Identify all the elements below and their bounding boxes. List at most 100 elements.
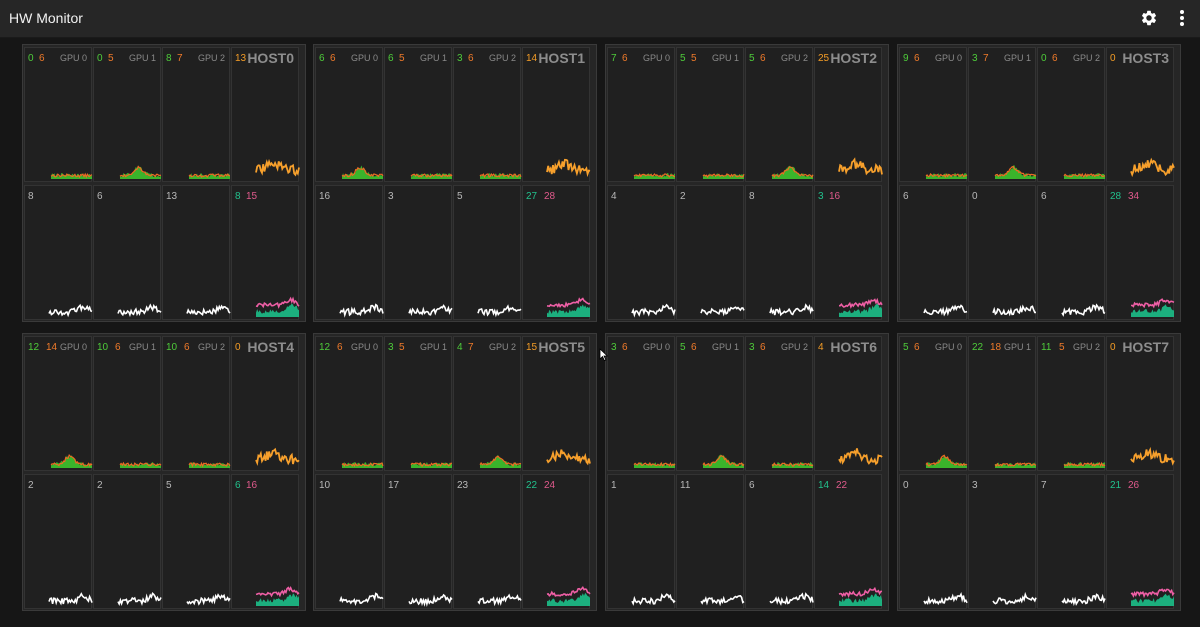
gpu-util-value: 12: [28, 342, 40, 353]
cpu-cell: 13 HOST0: [231, 47, 300, 182]
gpu-util-value: 0: [28, 53, 34, 64]
gpu-mem-value: 6: [468, 53, 474, 64]
gpu-util-value: 12: [319, 342, 331, 353]
system-value: 6: [903, 191, 909, 202]
system-value: 6: [1041, 191, 1047, 202]
gpu-cell: 0 6 GPU 0: [24, 47, 93, 182]
cpu-trace: [838, 448, 883, 466]
system-cell: 6: [745, 474, 814, 609]
gpu-util-trace: [926, 454, 967, 468]
system-trace: [186, 304, 231, 316]
cpu-cell: 0 HOST4: [231, 336, 300, 471]
net-out-value: 34: [1128, 191, 1140, 202]
system-cell: 3: [968, 474, 1037, 609]
system-value: 5: [457, 191, 463, 202]
system-cell: 6: [1037, 185, 1106, 320]
system-value: 3: [972, 480, 978, 491]
gpu-cell: 6 5 GPU 1: [384, 47, 453, 182]
system-cell: 4: [607, 185, 676, 320]
app-title: HW Monitor: [9, 10, 83, 26]
gpu-cell: 3 6 GPU 2: [745, 336, 814, 471]
system-trace: [117, 303, 162, 318]
cpu-value: 13: [235, 53, 247, 64]
gpu-mem-value: 5: [108, 53, 114, 64]
gpu-label: GPU 1: [419, 53, 447, 63]
more-vert-icon[interactable]: [1177, 9, 1187, 27]
network-cell: 21 26: [1106, 474, 1175, 609]
gpu-cell: 0 6 GPU 2: [1037, 47, 1106, 182]
host-name: HOST0: [247, 50, 294, 66]
system-trace: [477, 304, 522, 318]
cpu-trace: [255, 447, 300, 466]
gpu-label: GPU 1: [128, 342, 156, 352]
gear-icon[interactable]: [1140, 9, 1158, 27]
gpu-util-value: 22: [972, 342, 984, 353]
gpu-cell: 3 6 GPU 2: [453, 47, 522, 182]
gpu-util-value: 4: [457, 342, 463, 353]
gpu-cell: 11 5 GPU 2: [1037, 336, 1106, 471]
gpu-mem-value: 6: [622, 53, 628, 64]
net-out-value: 24: [544, 480, 556, 491]
host-name: HOST1: [538, 50, 585, 66]
gpu-util-value: 3: [972, 53, 978, 64]
system-cell: 0: [968, 185, 1036, 320]
gpu-label: GPU 1: [1003, 342, 1031, 352]
cpu-value: 14: [526, 53, 538, 64]
system-value: 23: [457, 480, 469, 491]
gpu-util-value: 6: [388, 53, 394, 64]
system-cell: 5: [453, 185, 522, 320]
gpu-util-value: 3: [611, 342, 617, 353]
host-name: HOST2: [830, 50, 877, 66]
system-trace: [923, 591, 968, 606]
system-cell: 7: [1037, 474, 1106, 609]
system-value: 13: [166, 191, 178, 202]
gpu-label: GPU 0: [934, 342, 962, 352]
gpu-cell: 10 6 GPU 2: [162, 336, 231, 471]
system-trace: [700, 306, 745, 317]
cpu-trace: [546, 449, 591, 466]
system-trace: [117, 591, 162, 607]
gpu-label: GPU 2: [1072, 53, 1100, 63]
gpu-label: GPU 0: [350, 342, 378, 352]
gpu-mem-value: 6: [760, 53, 766, 64]
system-cell: 2: [24, 474, 93, 609]
system-cell: 23: [453, 474, 522, 609]
network-cell: 6 16: [231, 474, 300, 609]
system-value: 16: [319, 191, 331, 202]
system-value: 4: [611, 191, 617, 202]
gpu-label: GPU 2: [780, 53, 808, 63]
gpu-label: GPU 1: [419, 342, 447, 352]
system-value: 2: [680, 191, 686, 202]
cpu-cell: 0 HOST7: [1106, 336, 1175, 471]
system-trace: [339, 303, 384, 318]
gpu-cell: 10 6 GPU 1: [93, 336, 162, 471]
gpu-mem-value: 5: [399, 53, 405, 64]
cpu-cell: 14 HOST1: [522, 47, 591, 182]
gpu-cell: 3 5 GPU 1: [384, 336, 453, 471]
system-cell: 1: [607, 474, 676, 609]
net-in-value: 8: [235, 191, 241, 202]
system-trace: [992, 304, 1036, 317]
gpu-util-value: 10: [166, 342, 178, 353]
net-out-value: 26: [1128, 480, 1140, 491]
system-value: 0: [972, 191, 978, 202]
network-cell: 3 16: [814, 185, 883, 320]
gpu-util-value: 5: [680, 342, 686, 353]
gpu-label: GPU 1: [1003, 53, 1031, 63]
gpu-util-value: 3: [457, 53, 463, 64]
gpu-cell: 8 7 GPU 2: [162, 47, 230, 182]
cpu-trace: [255, 158, 300, 177]
gpu-mem-value: 6: [330, 53, 336, 64]
cpu-trace: [546, 158, 591, 178]
system-cell: 6: [899, 185, 968, 320]
host-name: HOST3: [1122, 50, 1169, 66]
system-value: 11: [680, 480, 691, 491]
system-value: 1: [611, 480, 617, 491]
gpu-mem-value: 6: [115, 342, 121, 353]
system-trace: [48, 303, 93, 318]
gpu-mem-value: 6: [337, 342, 343, 353]
network-cell: 8 15: [231, 185, 300, 320]
system-cell: 6: [93, 185, 162, 320]
gpu-cell: 12 6 GPU 0: [315, 336, 384, 471]
cpu-cell: 0 HOST3: [1106, 47, 1175, 182]
